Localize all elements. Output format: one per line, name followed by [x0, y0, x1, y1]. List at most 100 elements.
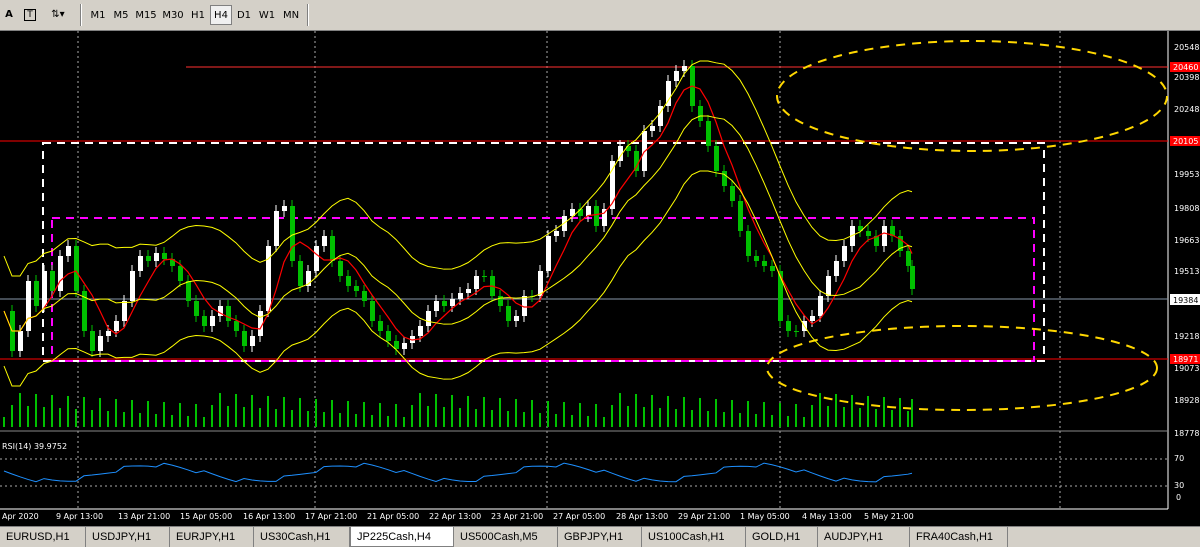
candle-body — [730, 186, 735, 201]
candle-body — [322, 236, 327, 246]
volume-bar — [787, 416, 789, 427]
target-ellipse — [766, 325, 1158, 411]
tf-m1-button[interactable]: M1 — [87, 5, 109, 25]
tf-d1-button[interactable]: D1 — [233, 5, 255, 25]
tab-usdjpy-h1[interactable]: USDJPY,H1 — [86, 527, 170, 547]
volume-bar — [219, 393, 221, 427]
volume-bar — [251, 395, 253, 427]
volume-bar — [867, 396, 869, 427]
candle-body — [130, 271, 135, 301]
arrows-icon: ⇅▾ — [51, 9, 65, 20]
rsi-label: RSI(14) 39.9752 — [2, 442, 67, 451]
tab-gold-h1[interactable]: GOLD,H1 — [746, 527, 818, 547]
volume-bar — [203, 417, 205, 427]
volume-bar — [107, 411, 109, 427]
tab-gbpjpy-h1[interactable]: GBPJPY,H1 — [558, 527, 642, 547]
volume-bar — [683, 397, 685, 427]
candle-body — [50, 271, 55, 291]
tab-fra40cash-h1[interactable]: FRA40Cash,H1 — [910, 527, 1008, 547]
volume-bar — [883, 397, 885, 427]
tab-jp225cash-h4[interactable]: JP225Cash,H4 — [350, 527, 454, 547]
candle-body — [266, 246, 271, 311]
volume-bar — [675, 409, 677, 427]
candle-body — [354, 286, 359, 291]
tab-eurusd-h1[interactable]: EURUSD,H1 — [0, 527, 86, 547]
candle-body — [674, 71, 679, 81]
volume-bar — [803, 417, 805, 427]
candle-body — [738, 201, 743, 231]
volume-bar — [699, 398, 701, 427]
volume-bar — [3, 417, 5, 427]
candle-body — [202, 316, 207, 326]
volume-bar — [187, 416, 189, 427]
price-label: 20398 — [1174, 73, 1199, 82]
time-label: 4 May 13:00 — [802, 512, 852, 521]
volume-bar — [363, 402, 365, 427]
volume-bar — [555, 414, 557, 427]
volume-bar — [595, 404, 597, 427]
candle-body — [90, 331, 95, 351]
candle-body — [826, 276, 831, 296]
tab-us30cash-h1[interactable]: US30Cash,H1 — [254, 527, 350, 547]
candle-body — [162, 253, 167, 259]
tf-w1-button[interactable]: W1 — [256, 5, 278, 25]
candle-body — [722, 171, 727, 186]
candle-body — [882, 226, 887, 246]
volume-bar — [603, 417, 605, 427]
arrows-tool-button[interactable]: ⇅▾ — [44, 5, 72, 25]
volume-bar — [507, 411, 509, 427]
candle-body — [26, 281, 31, 331]
price-label: 20548 — [1174, 43, 1199, 52]
text-tool-button[interactable]: A — [2, 5, 16, 25]
volume-bar — [315, 399, 317, 427]
candle-body — [762, 261, 767, 266]
tf-m15-button[interactable]: M15 — [133, 5, 159, 25]
volume-bar — [403, 417, 405, 427]
candle-body — [226, 306, 231, 321]
volume-bar — [571, 415, 573, 427]
tab-us100cash-h1[interactable]: US100Cash,H1 — [642, 527, 746, 547]
candle-body — [906, 251, 911, 266]
time-label: 1 May 05:00 — [740, 512, 790, 521]
volume-bar — [523, 412, 525, 427]
candle-body — [146, 256, 151, 261]
volume-bar — [395, 404, 397, 427]
candle-body — [474, 276, 479, 289]
price-chart[interactable]: RSI(14) 39.9752 20548 20398 20248 19953 … — [0, 31, 1200, 526]
tf-m30-button[interactable]: M30 — [160, 5, 186, 25]
price-label: 19218 — [1174, 332, 1199, 341]
volume-bar — [155, 414, 157, 427]
candle-body — [794, 331, 799, 332]
volume-bar — [835, 394, 837, 427]
volume-bar — [619, 393, 621, 427]
volume-bar — [227, 406, 229, 427]
volume-bar — [723, 412, 725, 427]
volume-bar — [267, 396, 269, 427]
tf-mn-button[interactable]: MN — [279, 5, 303, 25]
volume-bar — [331, 400, 333, 427]
tf-m5-button[interactable]: M5 — [110, 5, 132, 25]
candle-body — [402, 343, 407, 349]
line-price-tag-label: 20460 — [1173, 63, 1198, 72]
candle-body — [546, 236, 551, 271]
time-label: Apr 2020 — [2, 512, 39, 521]
volume-bar — [651, 395, 653, 427]
time-label: 27 Apr 05:00 — [553, 512, 605, 521]
tf-h1-button[interactable]: H1 — [187, 5, 209, 25]
tf-h4-button[interactable]: H4 — [210, 5, 232, 25]
candle-body — [330, 236, 335, 261]
text-label-tool-button[interactable]: T — [22, 5, 38, 25]
candle-body — [810, 316, 815, 321]
volume-bar — [83, 397, 85, 427]
tab-us500cash-m5[interactable]: US500Cash,M5 — [454, 527, 558, 547]
tab-eurjpy-h1[interactable]: EURJPY,H1 — [170, 527, 254, 547]
volume-bar — [667, 396, 669, 427]
volume-bar — [339, 413, 341, 427]
candle-body — [650, 126, 655, 131]
candle-body — [682, 66, 687, 71]
toolbar-separator — [80, 4, 82, 26]
candle-body — [434, 301, 439, 311]
line-price-tag-label: 20105 — [1173, 137, 1198, 146]
tab-audjpy-h1[interactable]: AUDJPY,H1 — [818, 527, 910, 547]
candle-body — [634, 151, 639, 171]
